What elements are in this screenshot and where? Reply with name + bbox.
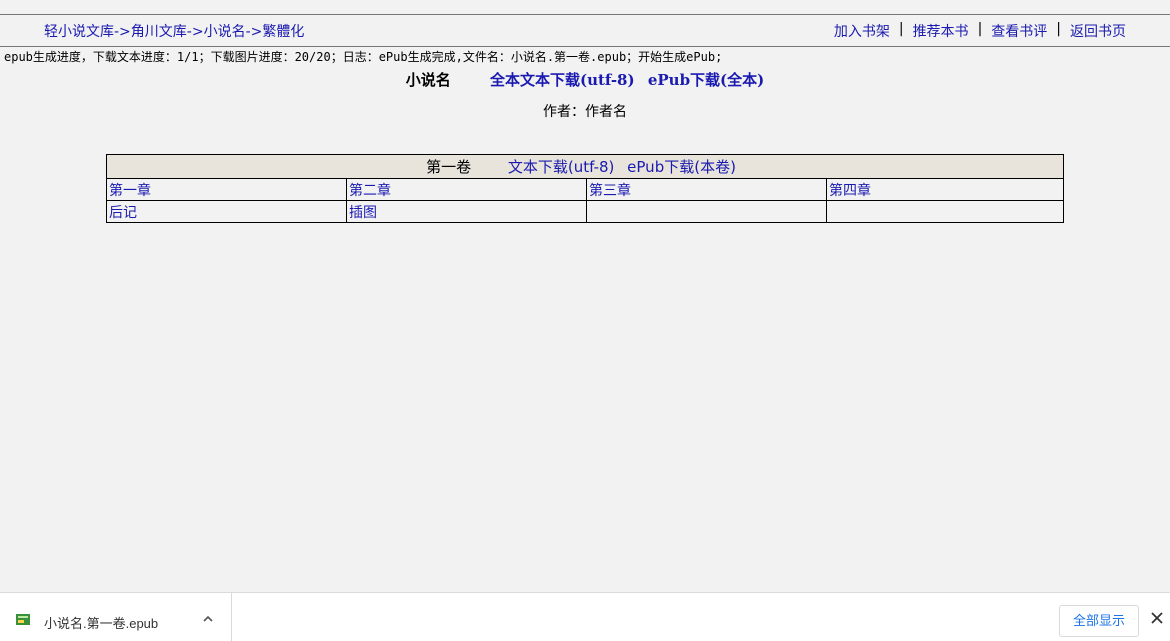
chapter-cell: 后记 xyxy=(106,200,347,223)
breadcrumb-separator: -> xyxy=(186,24,204,40)
breadcrumb-novel-link[interactable]: 小说名 xyxy=(204,24,246,40)
header-divider xyxy=(0,46,1170,47)
chapter-cell: 第三章 xyxy=(586,178,827,201)
author-line: 作者：作者名 xyxy=(543,104,627,120)
chapter-cell: 第二章 xyxy=(346,178,587,201)
download-bar: 小说名.第一卷.epub 全部显示 xyxy=(0,592,1170,641)
table-row: 第一章 第二章 第三章 第四章 xyxy=(106,178,1064,201)
empty-chapter-cell xyxy=(586,200,827,223)
volume-text-download-link[interactable]: 文本下载(utf-8) xyxy=(508,158,615,176)
breadcrumb-library-link[interactable]: 轻小说文库 xyxy=(44,24,114,40)
chapter-link[interactable]: 第二章 xyxy=(349,183,391,199)
volume-header-cell: 第一卷 文本下载(utf-8) ePub下载(本卷) xyxy=(106,154,1064,179)
empty-chapter-cell xyxy=(826,200,1064,223)
chapter-cell: 第一章 xyxy=(106,178,347,201)
download-item[interactable]: 小说名.第一卷.epub xyxy=(0,593,232,641)
top-nav: 加入书架 | 推荐本书 | 查看书评 | 返回书页 xyxy=(834,21,1126,41)
nav-separator: | xyxy=(1056,21,1061,37)
chapter-link[interactable]: 插图 xyxy=(349,205,377,221)
nav-separator: | xyxy=(898,21,904,37)
novel-title-line: 小说名 全本文本下载(utf-8) ePub下载(全本) xyxy=(0,69,1170,90)
nav-separator: | xyxy=(977,21,983,37)
breadcrumb-separator: -> xyxy=(114,24,131,40)
volume-table: 第一卷 文本下载(utf-8) ePub下载(本卷) 第一章 第二章 第三章 第… xyxy=(106,154,1064,223)
show-all-downloads-button[interactable]: 全部显示 xyxy=(1059,605,1139,637)
download-all-text-link[interactable]: 全本文本下载(utf-8) xyxy=(490,71,635,89)
breadcrumb-separator: -> xyxy=(245,24,263,40)
novel-title: 小说名 xyxy=(405,71,451,89)
download-all-epub-link[interactable]: ePub下载(全本) xyxy=(648,71,764,89)
top-divider xyxy=(0,14,1170,15)
add-to-bookshelf-link[interactable]: 加入书架 xyxy=(834,21,890,41)
chapter-link[interactable]: 第一章 xyxy=(109,183,151,199)
chapter-link[interactable]: 第三章 xyxy=(589,183,631,199)
download-file-name: 小说名.第一卷.epub xyxy=(44,616,159,631)
chapter-cell: 第四章 xyxy=(826,178,1064,201)
chapter-link[interactable]: 第四章 xyxy=(829,183,871,199)
chapter-cell: 插图 xyxy=(346,200,587,223)
view-reviews-link[interactable]: 查看书评 xyxy=(991,21,1047,41)
volume-title: 第一卷 xyxy=(426,158,472,176)
table-row: 后记 插图 xyxy=(106,200,1064,223)
chevron-up-icon[interactable] xyxy=(201,612,215,626)
epub-file-icon xyxy=(16,614,30,625)
breadcrumb-publisher-link[interactable]: 角川文库 xyxy=(131,24,187,40)
epub-progress-log: epub生成进度，下载文本进度：1/1；下载图片进度：20/20；日志：ePub… xyxy=(4,50,723,64)
back-to-book-page-link[interactable]: 返回书页 xyxy=(1070,21,1126,41)
volume-epub-download-link[interactable]: ePub下载(本卷) xyxy=(627,158,736,176)
close-icon[interactable] xyxy=(1151,612,1163,624)
chapter-link[interactable]: 后记 xyxy=(109,205,137,221)
recommend-book-link[interactable]: 推荐本书 xyxy=(913,21,969,41)
breadcrumb: 轻小说文库->角川文库->小说名->繁體化 xyxy=(44,21,304,41)
volume-header-row: 第一卷 文本下载(utf-8) ePub下载(本卷) xyxy=(106,154,1064,179)
breadcrumb-traditional-link[interactable]: 繁體化 xyxy=(262,24,304,40)
